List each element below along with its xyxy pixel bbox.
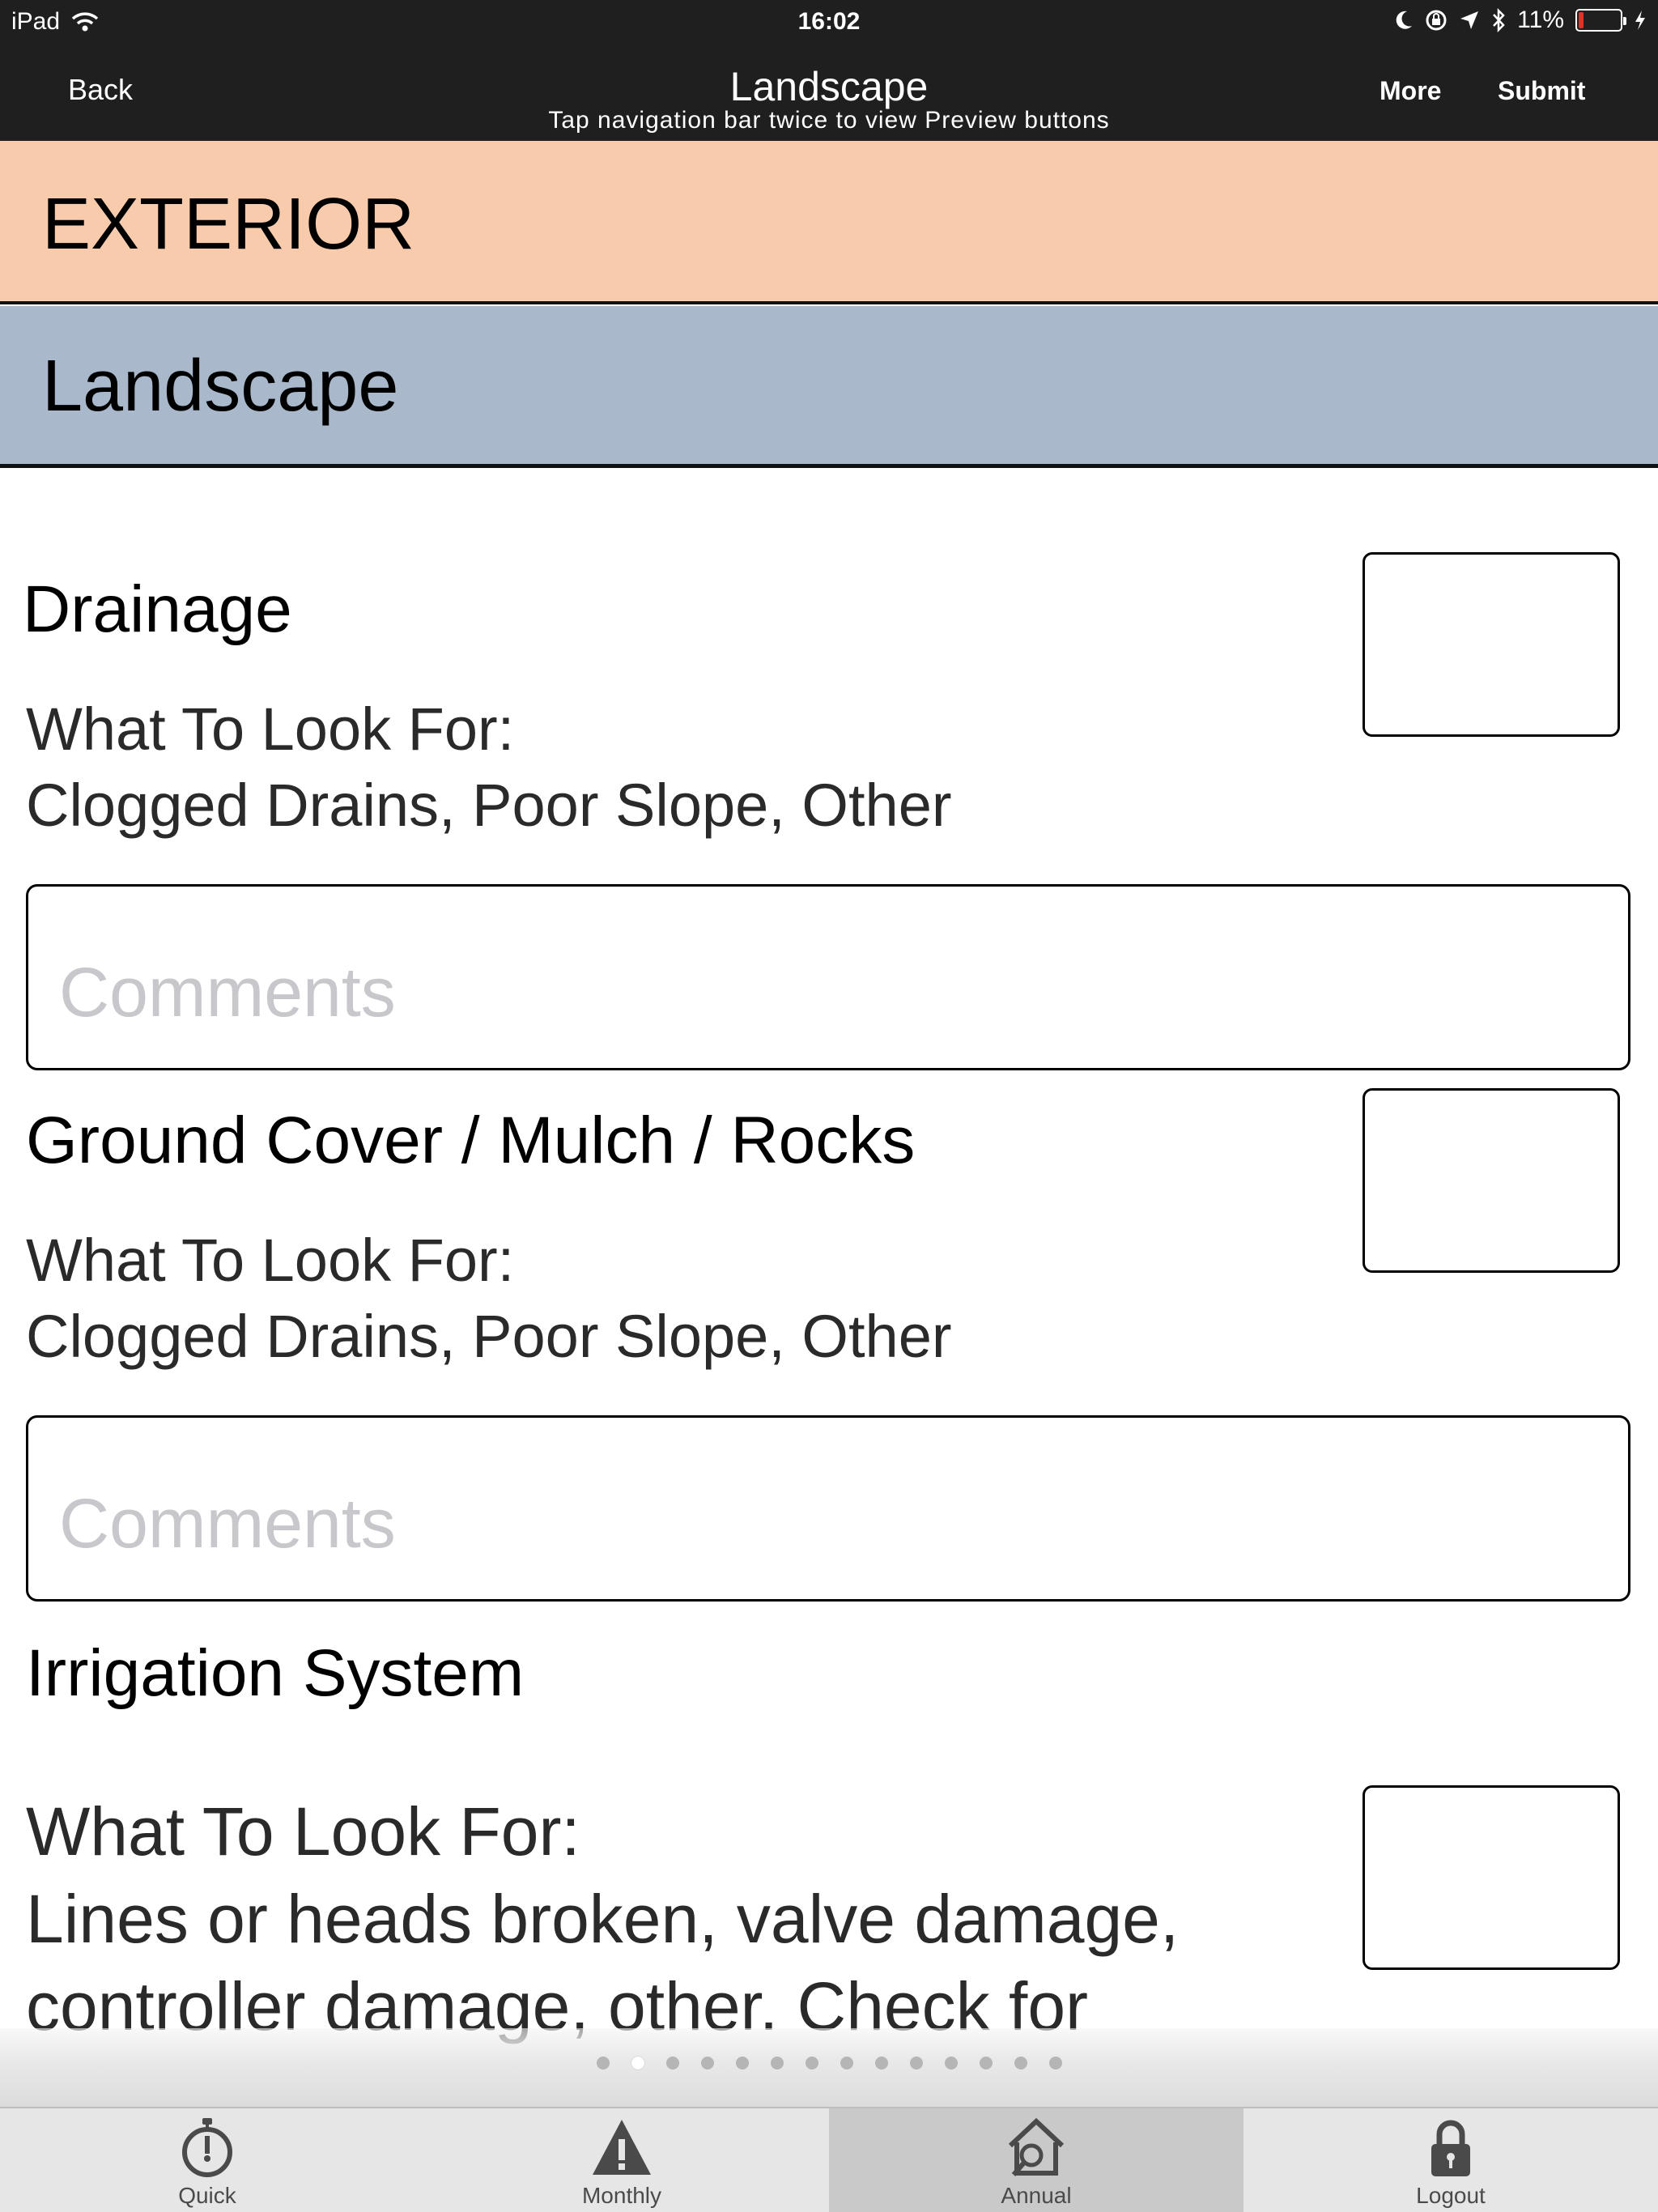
page-dot[interactable]: [979, 2057, 993, 2069]
location-icon: [1460, 11, 1479, 29]
submit-button[interactable]: Submit: [1498, 76, 1585, 106]
page-dot[interactable]: [770, 2057, 784, 2069]
look-for-label: What To Look For:: [26, 1227, 515, 1294]
comments-input-ground-cover[interactable]: Comments: [26, 1415, 1630, 1602]
page-dot[interactable]: [874, 2057, 888, 2069]
tab-label: Annual: [1001, 2183, 1072, 2208]
tab-logout[interactable]: Logout: [1244, 2108, 1658, 2212]
item-title-irrigation: Irrigation System: [26, 1636, 525, 1710]
moon-icon: [1396, 11, 1413, 29]
comments-input-drainage[interactable]: Comments: [26, 884, 1630, 1070]
navigation-bar[interactable]: Back Landscape Tap navigation bar twice …: [0, 45, 1658, 141]
warning-icon: [593, 2120, 651, 2175]
tab-label: Quick: [178, 2183, 236, 2208]
charging-bolt-icon: [1635, 11, 1645, 30]
nav-hint-text: Tap navigation bar twice to view Preview…: [548, 107, 1110, 134]
tab-annual[interactable]: Annual: [829, 2108, 1244, 2212]
page-dot[interactable]: [596, 2057, 610, 2069]
page-dot[interactable]: [805, 2057, 818, 2069]
bluetooth-icon: [1493, 8, 1505, 32]
category-header: EXTERIOR: [0, 141, 1658, 304]
checkbox-drainage[interactable]: [1363, 552, 1620, 737]
battery-percent: 11%: [1517, 6, 1564, 33]
tab-label: Monthly: [581, 2183, 662, 2208]
item-title-drainage: Drainage: [23, 572, 292, 646]
page-dot[interactable]: [735, 2057, 749, 2069]
battery-icon: [1575, 9, 1626, 32]
page-dot[interactable]: [665, 2057, 679, 2069]
tab-bar: Quick Monthly Annual Logout: [0, 2107, 1658, 2212]
rotation-lock-icon: [1426, 10, 1447, 31]
house-search-icon: [1008, 2117, 1065, 2176]
stopwatch-icon: [182, 2118, 232, 2177]
category-title: EXTERIOR: [42, 184, 415, 265]
comments-placeholder: Comments: [59, 954, 396, 1032]
page-dot[interactable]: [909, 2057, 923, 2069]
tab-monthly[interactable]: Monthly: [414, 2108, 829, 2212]
page-dot-active[interactable]: [631, 2057, 644, 2069]
status-bar: iPad 16:02 11%: [0, 0, 1658, 45]
page-dot[interactable]: [840, 2057, 853, 2069]
page-dot[interactable]: [1014, 2057, 1027, 2069]
comments-placeholder: Comments: [59, 1485, 396, 1563]
subcategory-title: Landscape: [42, 346, 399, 427]
status-right: 11%: [1394, 6, 1647, 34]
look-for-label: What To Look For:: [26, 1793, 580, 1870]
more-button[interactable]: More: [1380, 76, 1441, 106]
subcategory-header: Landscape: [0, 306, 1658, 468]
look-for-text: Clogged Drains, Poor Slope, Other: [26, 1303, 952, 1370]
checkbox-irrigation[interactable]: [1363, 1785, 1620, 1970]
page-dot[interactable]: [700, 2057, 714, 2069]
look-for-label: What To Look For:: [26, 696, 515, 763]
checkbox-ground-cover[interactable]: [1363, 1088, 1620, 1273]
lock-icon: [1431, 2120, 1470, 2176]
look-for-text: Clogged Drains, Poor Slope, Other: [26, 772, 952, 839]
page-dot[interactable]: [1048, 2057, 1062, 2069]
tab-label: Logout: [1416, 2183, 1486, 2208]
page-dot[interactable]: [944, 2057, 958, 2069]
tab-quick[interactable]: Quick: [0, 2108, 414, 2212]
look-for-text: Lines or heads broken, valve damage,: [26, 1881, 1180, 1957]
page-indicator[interactable]: [0, 2057, 1658, 2069]
item-title-ground-cover: Ground Cover / Mulch / Rocks: [26, 1104, 916, 1177]
